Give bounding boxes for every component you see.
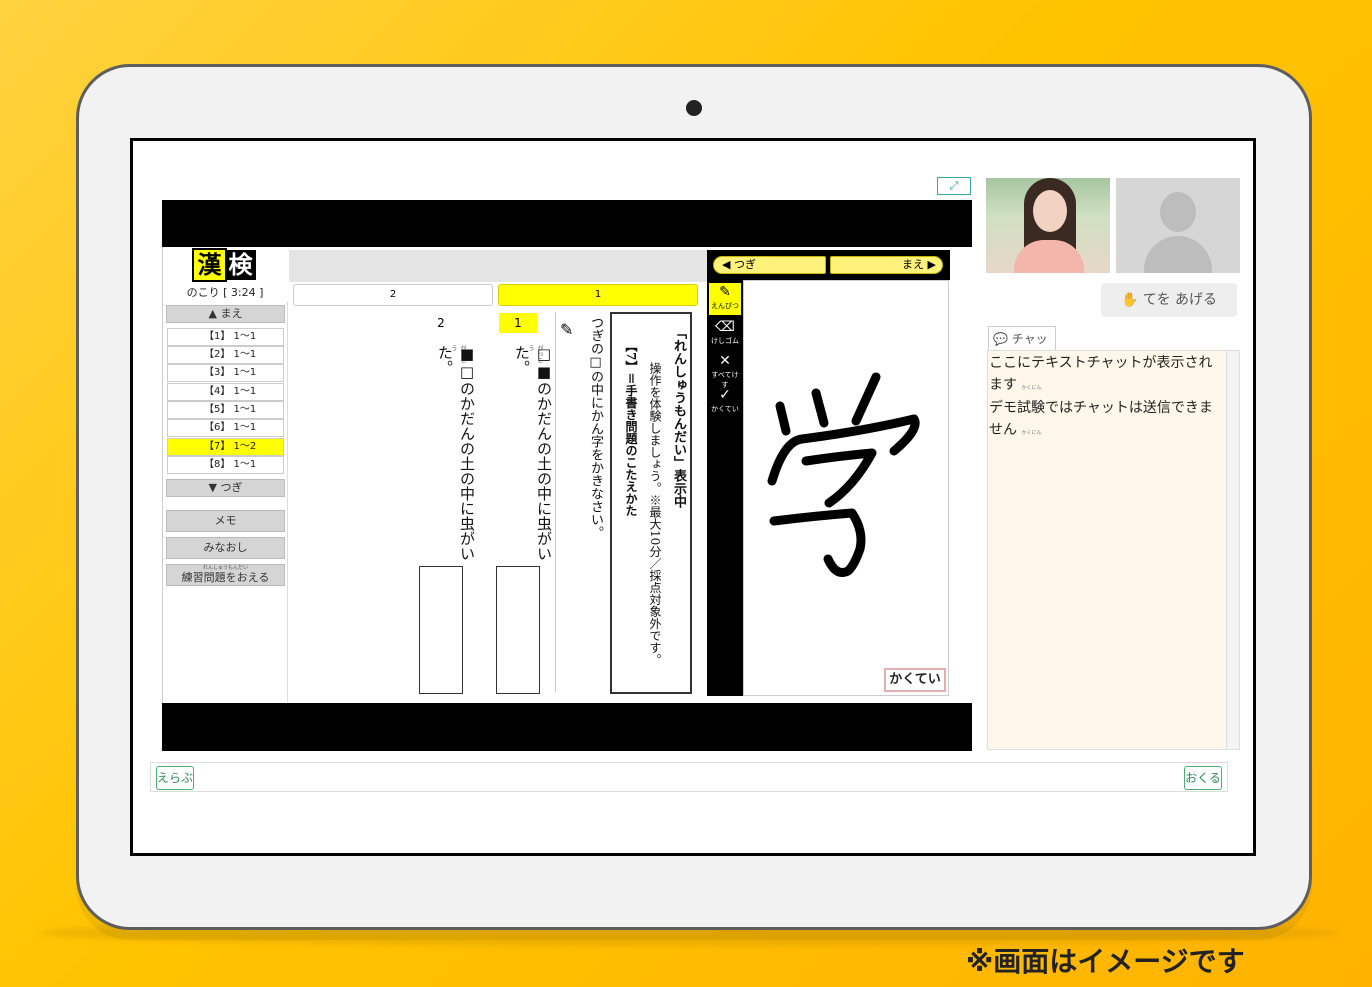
confirm-tool[interactable]: ✓ かくてい [709, 386, 741, 418]
pencil-tool-label: えんぴつ [711, 302, 739, 310]
chat-input[interactable] [150, 762, 1228, 792]
raise-hand-label: てを あげる [1142, 292, 1218, 308]
check-icon: ✓ [719, 387, 731, 403]
instruction-line3: 【7】＝手書き問題のこたえかた [624, 340, 638, 517]
question-1-answer-box[interactable] [496, 566, 540, 694]
sidebar-item-1[interactable]: 【1】 1～1 [167, 328, 284, 346]
chat-message-1: ここにテキストチャットが表示されます かくにん [989, 352, 1219, 399]
sidebar-prev-button[interactable]: ▲ まえ [166, 305, 285, 323]
drawing-next-label: つぎ [733, 258, 756, 271]
time-remaining: のこり [ 3:24 ] [186, 286, 264, 299]
handwritten-stroke [767, 372, 920, 577]
sidebar-item-8[interactable]: 【8】 1～1 [167, 456, 284, 474]
person-placeholder-body [1144, 236, 1212, 273]
sidebar-item-5[interactable]: 【5】 1～1 [167, 401, 284, 419]
instruction-line2: 操作を体験しましょう。※最大10分／採点対象外です。 [648, 362, 662, 666]
chat-message-1-ruby: かくにん [1021, 385, 1042, 391]
handwriting-canvas[interactable] [743, 280, 949, 696]
exam-top-bar [162, 200, 972, 247]
tab-question-2[interactable]: 2 [293, 284, 493, 306]
peer-video-placeholder [1116, 178, 1240, 273]
person-placeholder-head [1160, 192, 1196, 232]
exam-bottom-bar [162, 703, 972, 751]
clear-all-tool[interactable]: ✕ すべてけす [709, 352, 741, 389]
drawing-next-button[interactable]: ◀ つぎ [713, 256, 826, 274]
question-prompt: つぎの□の中にかん字をかきなさい。 [588, 316, 603, 539]
camera-icon [686, 100, 702, 116]
question-2-answer-box[interactable] [419, 566, 463, 694]
kakutei-button[interactable]: かくてい [884, 668, 946, 692]
sidebar-next-button[interactable]: ▼ つぎ [166, 479, 285, 497]
tab-question-1[interactable]: 1 [498, 284, 698, 306]
chat-message-2-ruby: かくにん [1021, 430, 1042, 436]
chat-bubble-icon: 💬 [993, 332, 1008, 346]
fullscreen-button[interactable]: ⤢ [937, 177, 971, 195]
sidebar-item-6[interactable]: 【6】 1～1 [167, 419, 284, 437]
sidebar-item-4[interactable]: 【4】 1～1 [167, 383, 284, 401]
finish-label: 練習問題をおえる [181, 571, 270, 584]
drawing-prev-label: まえ [902, 258, 925, 271]
sidebar-item-2[interactable]: 【2】 1～1 [167, 346, 284, 364]
eraser-tool[interactable]: ⌫ けしゴム [709, 318, 741, 350]
question-2-number: 2 [437, 316, 445, 330]
kanken-logo-char1: 漢 [192, 248, 227, 282]
left-triangle-icon: ◀ [722, 258, 731, 271]
finish-practice-button[interactable]: れんしゅうもんだい 練習問題をおえる [166, 564, 285, 586]
eraser-icon: ⌫ [715, 319, 735, 335]
eraser-tool-label: けしゴム [711, 337, 739, 345]
image-caption: ※画面はイメージです [966, 945, 1245, 978]
clear-all-icon: ✕ [719, 353, 731, 369]
review-button[interactable]: みなおし [166, 537, 285, 559]
instruction-line1: 「れんしゅうもんだい」表示中 [671, 326, 686, 508]
question-header-bg [289, 250, 707, 282]
drawing-toolbar [707, 250, 743, 696]
send-button[interactable]: おくる [1184, 766, 1222, 790]
memo-button[interactable]: メモ [166, 510, 285, 532]
raise-hand-button[interactable]: ✋ てを あげる [1101, 283, 1237, 317]
question-1-text: □■のかだんの土の中に虫がいた。 [513, 345, 553, 561]
question-2-text: ■□のかだんの土の中に虫がいた。 [436, 345, 476, 561]
pencil-icon: ✎ [560, 320, 574, 339]
sidebar-item-3[interactable]: 【3】 1～1 [167, 364, 284, 382]
self-video [986, 178, 1110, 273]
kanken-logo-char2: 検 [225, 250, 256, 280]
right-triangle-icon: ▶ [927, 258, 936, 271]
chat-scrollbar[interactable] [1226, 351, 1239, 749]
chat-message-2: デモ試験ではチャットは送信できません かくにん [989, 397, 1219, 444]
question-1-number: 1 [499, 313, 537, 333]
drawing-prev-button[interactable]: まえ ▶ [830, 256, 943, 274]
select-button[interactable]: えらぶ [156, 766, 194, 790]
confirm-tool-label: かくてい [711, 405, 739, 413]
pencil-tool-icon: ✎ [719, 284, 731, 300]
chat-tab: 💬 チャット [988, 326, 1056, 370]
pencil-tool[interactable]: ✎ えんぴつ [709, 283, 741, 315]
hand-icon: ✋ [1120, 292, 1139, 308]
sidebar-item-7[interactable]: 【7】 1～2 [167, 438, 284, 456]
divider [555, 312, 556, 692]
avatar-face [1033, 190, 1067, 232]
